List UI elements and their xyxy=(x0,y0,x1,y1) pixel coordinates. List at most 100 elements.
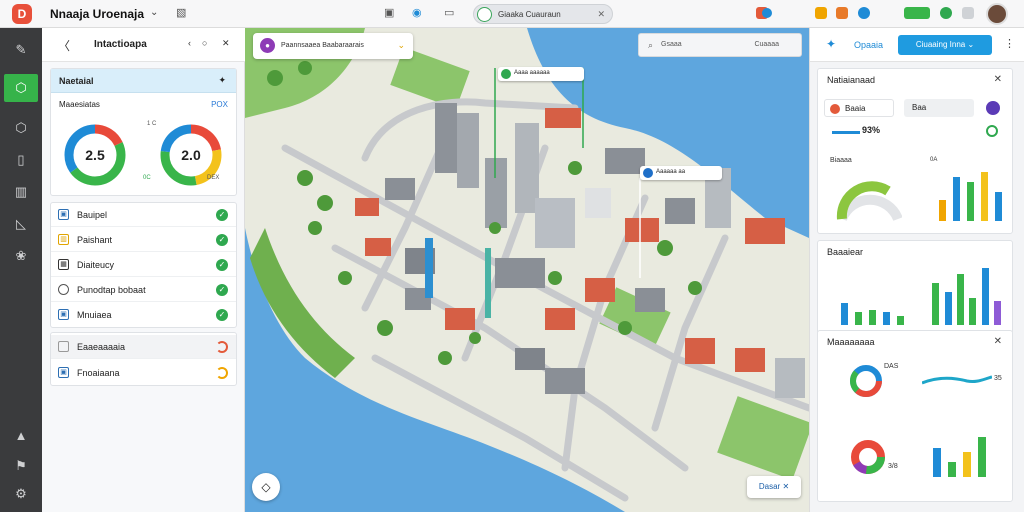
network-icon[interactable]: ❀ xyxy=(11,246,31,266)
close-icon[interactable]: ✕ xyxy=(994,336,1002,347)
chart-bar xyxy=(868,309,877,325)
document-icon[interactable]: ▣ xyxy=(384,6,394,19)
building-icon: ▥ xyxy=(58,234,69,245)
chart-bar xyxy=(963,451,972,477)
globe-icon[interactable] xyxy=(858,7,870,19)
ring-chart xyxy=(851,440,885,474)
list-item[interactable]: ▣ Fnoaiaana xyxy=(51,361,236,385)
close-panel-icon[interactable]: ✕ xyxy=(222,38,230,49)
city-map[interactable]: Aaaa aaaaaa Aaaaaa aa xyxy=(245,28,809,512)
extension-icon[interactable] xyxy=(815,7,827,19)
primary-action-button[interactable]: Ciuaaing Inna ⌄ xyxy=(898,35,992,55)
hexagon-icon[interactable]: ⬡ xyxy=(11,118,31,138)
check-icon[interactable]: ✓ xyxy=(216,209,228,221)
top-bar: D Nnaaja Uroenaja ⌄ ▧ ▣ ◉ ▭ Giaaka Cuaur… xyxy=(0,0,1024,28)
stats-card-header: Naetaial ✦ xyxy=(51,69,236,93)
ring-label: DAS xyxy=(884,363,899,370)
ring-label: 3/8 xyxy=(888,463,898,470)
check-icon[interactable]: ✓ xyxy=(216,259,228,271)
map-callout[interactable]: Aaaaaa aa xyxy=(640,166,722,180)
pencil-icon[interactable]: ✎ xyxy=(11,40,31,60)
grid-icon: ▦ xyxy=(58,259,69,270)
location-pin-icon xyxy=(643,168,653,178)
map-canvas[interactable] xyxy=(245,28,809,512)
layer-list: ▣ Bauipel ✓ ▥ Paishant ✓ ▦ Diaiteucy ✓ P… xyxy=(50,202,237,328)
ruler-icon[interactable]: ◺ xyxy=(11,214,31,234)
list-item[interactable]: Punodtap bobaat ✓ xyxy=(51,278,236,302)
map-layers-icon[interactable]: ⬡ xyxy=(4,74,38,102)
bar-chart xyxy=(930,265,1004,325)
building-icon[interactable]: ▥ xyxy=(11,182,31,202)
list-item-label: Bauipel xyxy=(77,210,108,220)
chart-bar xyxy=(944,292,952,325)
tab-label: Giaaka Cuauraun xyxy=(498,10,561,19)
right-panel-header: ✦ Opaaia Ciuaaing Inna ⌄ ⋮ xyxy=(810,28,1024,62)
check-icon[interactable]: ✓ xyxy=(216,309,228,321)
list-item[interactable]: Eaaeaaaaia xyxy=(51,335,236,359)
list-item[interactable]: ▣ Bauipel ✓ xyxy=(51,203,236,227)
left-rail: ✎ ⬡ ⬡ ▯ ▥ ◺ ❀ ▲ ⚑ ⚙ xyxy=(0,28,42,512)
map-callout-label: Aaaaaa aa xyxy=(656,169,686,175)
close-icon[interactable]: ✕ xyxy=(994,74,1002,85)
location-pin-icon xyxy=(501,69,511,79)
chevron-down-icon[interactable]: ⌄ xyxy=(150,7,158,18)
calendar-icon[interactable] xyxy=(836,7,848,19)
pin-icon[interactable]: ⚑ xyxy=(11,456,31,476)
check-icon[interactable]: ✓ xyxy=(216,284,228,296)
location-search-bar[interactable]: ● Paannsaaea Baabaraarais ⌄ xyxy=(253,33,413,59)
chart-bar xyxy=(938,200,947,221)
battery-icon[interactable] xyxy=(904,7,930,19)
progress-icon xyxy=(986,125,998,137)
analytics-card-3: Maaaaaaaa ✕ DAS 35 3/8 xyxy=(817,330,1013,502)
bar-chart xyxy=(936,169,1006,221)
app-logo-icon[interactable]: D xyxy=(12,4,32,24)
left-panel: 〈 Intactioapa ‹ ○ ✕ Naetaial ✦ Maaesiata… xyxy=(42,28,245,512)
back-icon[interactable]: 〈 xyxy=(58,37,70,54)
search-icon: ⌕ xyxy=(648,40,654,50)
ring-chart xyxy=(850,365,882,397)
checkbox-icon[interactable] xyxy=(58,341,69,352)
pin-card-icon[interactable]: ✦ xyxy=(218,75,226,86)
close-tab-icon[interactable]: ✕ xyxy=(597,9,605,20)
map-search-input[interactable]: ⌕ Gsaaa Cuaaaa xyxy=(638,33,802,57)
avatar[interactable] xyxy=(986,3,1008,25)
chevron-down-icon[interactable]: ⌄ xyxy=(397,40,405,51)
clipboard-icon[interactable] xyxy=(962,7,974,19)
map-callout-label: Aaaa aaaaaa xyxy=(514,70,550,76)
list-item[interactable]: ▦ Diaiteucy ✓ xyxy=(51,253,236,277)
image-icon[interactable]: ▧ xyxy=(176,6,186,19)
location-pin-icon: ● xyxy=(260,38,275,53)
chat-icon[interactable]: ◉ xyxy=(412,6,422,19)
list-item-label: Diaiteucy xyxy=(77,260,115,270)
filter-chip[interactable]: Baa xyxy=(904,99,974,117)
list-item[interactable]: ▥ Paishant ✓ xyxy=(51,228,236,252)
filter-chip[interactable]: Baaia xyxy=(824,99,894,117)
layer-icon: ▣ xyxy=(58,309,69,320)
chart-bar xyxy=(854,311,863,325)
map-action-button[interactable]: Dasar ✕ xyxy=(747,476,801,498)
gear-icon[interactable]: ⚙ xyxy=(11,484,31,504)
user-icon[interactable]: ▲ xyxy=(11,426,31,446)
wifi-icon[interactable] xyxy=(940,7,952,19)
book-icon[interactable]: ▯ xyxy=(11,150,31,170)
donut-mini-label: DEX xyxy=(207,175,220,181)
info-icon[interactable]: ‹ xyxy=(188,38,191,48)
more-icon[interactable]: ⋮ xyxy=(1004,37,1015,50)
check-icon[interactable]: ✓ xyxy=(216,234,228,246)
active-tab[interactable]: Giaaka Cuauraun ✕ xyxy=(473,4,613,24)
filter-chip-label: Baa xyxy=(912,103,927,112)
folder-icon[interactable]: ▭ xyxy=(444,6,454,19)
chart-bar xyxy=(840,303,849,325)
chart-bar xyxy=(952,176,961,221)
chart-bar xyxy=(932,283,940,325)
status-icon[interactable] xyxy=(762,8,772,18)
analytics-card-2: Baaaiear xyxy=(817,240,1013,334)
compass-button[interactable]: ◇ xyxy=(252,473,280,501)
refresh-icon[interactable]: ○ xyxy=(202,38,207,48)
analytics-icon[interactable]: ✦ xyxy=(826,37,836,51)
list-item[interactable]: ▣ Mnuiaea ✓ xyxy=(51,303,236,327)
map-callout[interactable]: Aaaa aaaaaa xyxy=(498,67,584,81)
eye-icon[interactable] xyxy=(986,101,1000,115)
bar-chart xyxy=(930,435,990,477)
chart-label: 35 xyxy=(994,375,1002,382)
